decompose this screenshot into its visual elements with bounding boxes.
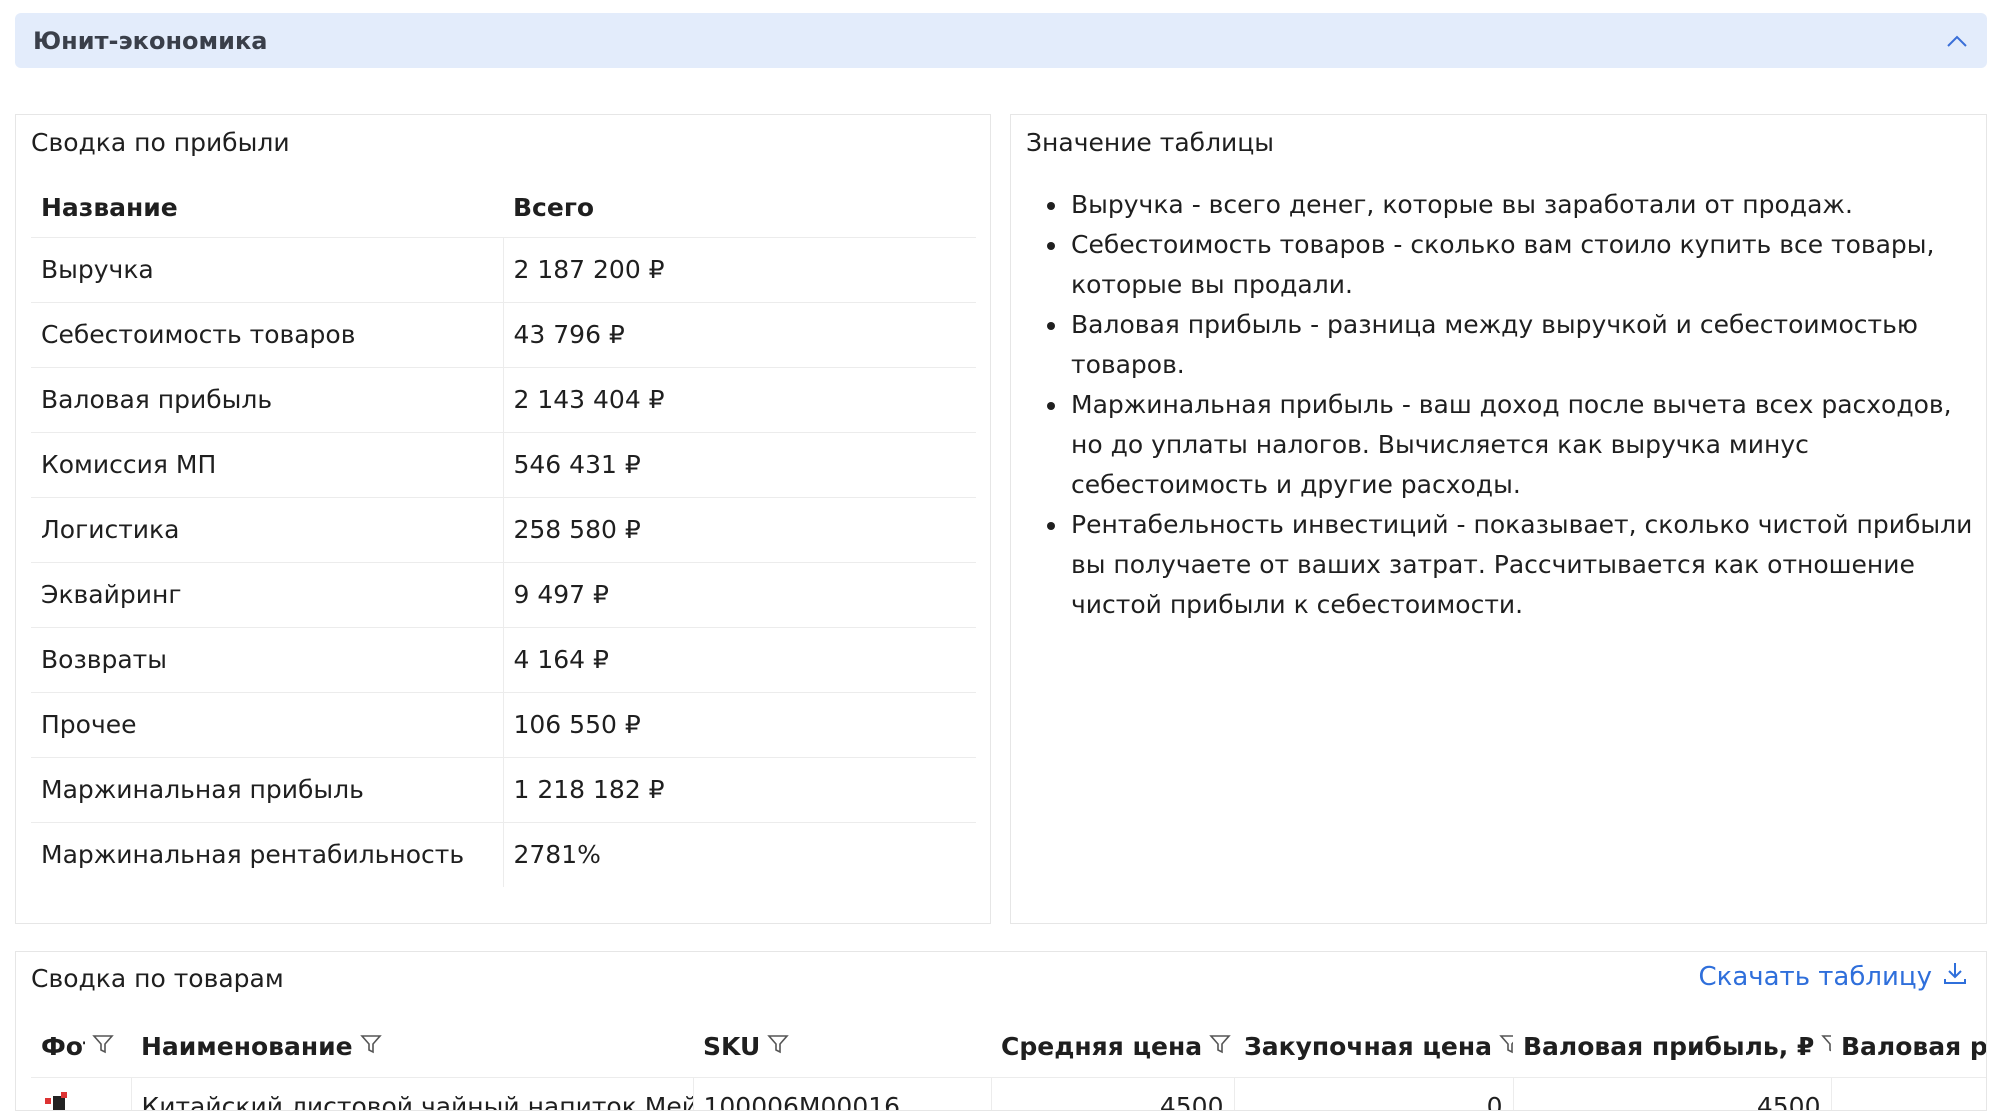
table-row: Маржинальная рентабильность2781% [31, 822, 976, 887]
product-gross-margin [1831, 1077, 1987, 1111]
table-row[interactable]: Китайский листовой чайный напиток Мей Гу… [31, 1077, 1987, 1111]
filter-icon[interactable] [91, 1032, 115, 1062]
row-value: 2 187 200 ₽ [503, 237, 976, 302]
product-gross-profit: 4500 [1513, 1077, 1831, 1111]
profit-table-header-row: Название Всего [31, 179, 976, 237]
row-value: 258 580 ₽ [503, 497, 976, 562]
filter-icon[interactable] [359, 1032, 383, 1062]
table-row: Прочее106 550 ₽ [31, 692, 976, 757]
column-header-name: Название [31, 179, 503, 237]
filter-icon[interactable] [766, 1032, 790, 1062]
product-name: Китайский листовой чайный напиток Мей Гу… [131, 1077, 693, 1111]
table-row: Маржинальная прибыль1 218 182 ₽ [31, 757, 976, 822]
column-header-name[interactable]: Наименование [131, 1017, 693, 1077]
table-row: Себестоимость товаров43 796 ₽ [31, 302, 976, 367]
section-title: Юнит-экономика [33, 27, 267, 55]
row-name: Эквайринг [31, 562, 503, 627]
filter-icon[interactable] [1208, 1032, 1232, 1062]
goods-table: Фото Наименование SKU Средняя цена Закуп… [31, 1017, 1987, 1111]
list-item: Выручка - всего денег, которые вы зарабо… [1069, 185, 1979, 225]
table-row: Выручка2 187 200 ₽ [31, 237, 976, 302]
row-value: 43 796 ₽ [503, 302, 976, 367]
table-row: Логистика258 580 ₽ [31, 497, 976, 562]
column-header-avg-price[interactable]: Средняя цена [991, 1017, 1234, 1077]
column-header-gross-margin[interactable]: Валовая р [1831, 1017, 1987, 1077]
row-name: Выручка [31, 237, 503, 302]
column-header-photo[interactable]: Фото [31, 1017, 131, 1077]
product-photo[interactable] [31, 1077, 131, 1111]
table-meaning-list: Выручка - всего денег, которые вы зарабо… [1049, 185, 1979, 625]
row-value: 2781% [503, 822, 976, 887]
column-header-total: Всего [503, 179, 976, 237]
profit-summary-panel: Сводка по прибыли Название Всего Выручка… [15, 114, 991, 924]
table-meaning-title: Значение таблицы [1026, 128, 1274, 157]
product-purchase-price: 0 [1234, 1077, 1513, 1111]
list-item: Рентабельность инвестиций - показывает, … [1069, 505, 1979, 625]
goods-table-header-row: Фото Наименование SKU Средняя цена Закуп… [31, 1017, 1987, 1077]
table-row: Комиссия МП546 431 ₽ [31, 432, 976, 497]
profit-summary-table: Название Всего Выручка2 187 200 ₽ Себест… [31, 179, 976, 887]
download-label: Скачать таблицу [1698, 962, 1932, 992]
row-value: 4 164 ₽ [503, 627, 976, 692]
row-name: Себестоимость товаров [31, 302, 503, 367]
row-name: Возвраты [31, 627, 503, 692]
row-name: Прочее [31, 692, 503, 757]
filter-icon[interactable] [1820, 1032, 1831, 1062]
goods-summary-panel: Сводка по товарам Скачать таблицу Фото Н… [15, 951, 1987, 1111]
row-name: Маржинальная прибыль [31, 757, 503, 822]
goods-summary-title: Сводка по товарам [31, 964, 284, 993]
product-avg-price: 4500 [991, 1077, 1234, 1111]
row-value: 546 431 ₽ [503, 432, 976, 497]
row-value: 106 550 ₽ [503, 692, 976, 757]
product-thumbnail-icon [41, 1092, 75, 1111]
table-row: Эквайринг9 497 ₽ [31, 562, 976, 627]
row-value: 9 497 ₽ [503, 562, 976, 627]
row-value: 2 143 404 ₽ [503, 367, 976, 432]
column-header-sku[interactable]: SKU [693, 1017, 991, 1077]
row-name: Логистика [31, 497, 503, 562]
download-icon [1942, 960, 1968, 993]
list-item: Себестоимость товаров - сколько вам стои… [1069, 225, 1979, 305]
table-row: Валовая прибыль2 143 404 ₽ [31, 367, 976, 432]
row-value: 1 218 182 ₽ [503, 757, 976, 822]
profit-summary-title: Сводка по прибыли [31, 128, 290, 157]
table-row: Возвраты4 164 ₽ [31, 627, 976, 692]
chevron-up-icon[interactable] [1945, 29, 1969, 53]
row-name: Валовая прибыль [31, 367, 503, 432]
product-sku: 100006M00016 [693, 1077, 991, 1111]
unit-economics-header[interactable]: Юнит-экономика [15, 13, 1987, 68]
row-name: Комиссия МП [31, 432, 503, 497]
column-header-gross-profit[interactable]: Валовая прибыль, ₽ [1513, 1017, 1831, 1077]
download-table-button[interactable]: Скачать таблицу [1698, 960, 1968, 993]
list-item: Маржинальная прибыль - ваш доход после в… [1069, 385, 1979, 505]
list-item: Валовая прибыль - разница между выручкой… [1069, 305, 1979, 385]
filter-icon[interactable] [1498, 1032, 1513, 1062]
column-header-purchase-price[interactable]: Закупочная цена [1234, 1017, 1513, 1077]
row-name: Маржинальная рентабильность [31, 822, 503, 887]
table-meaning-panel: Значение таблицы Выручка - всего денег, … [1010, 114, 1987, 924]
